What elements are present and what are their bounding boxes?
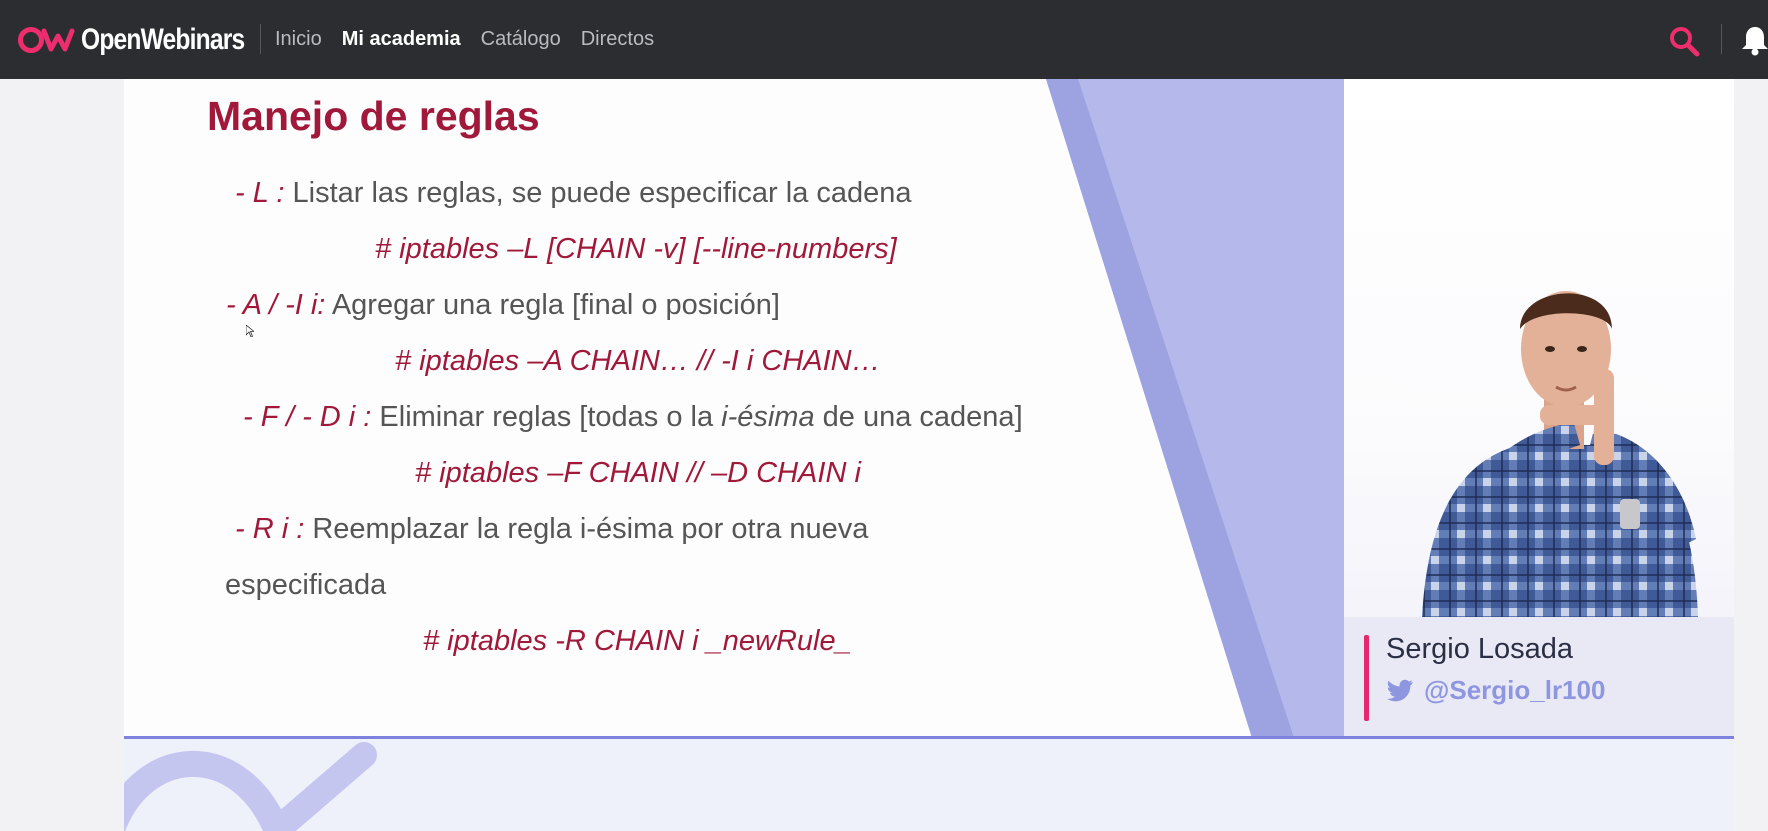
presenter-video-feed: [1422, 291, 1698, 617]
rule-text: Eliminar reglas [todas o la: [371, 401, 722, 433]
ow-watermark-logo: [124, 742, 377, 831]
mouse-cursor-icon: [246, 325, 254, 337]
nav-divider: [260, 24, 261, 54]
presenter-name: Sergio Losada: [1386, 633, 1574, 665]
rule-continuation-line: especificada: [225, 569, 386, 602]
bell-icon[interactable]: [1740, 24, 1768, 56]
rule-text: Agregar una regla [final o posición]: [325, 289, 780, 321]
rule-flag: - A / -I i:: [226, 289, 326, 321]
command-line: # iptables -R CHAIN i _newRule_: [423, 625, 852, 657]
nav-divider-right: [1721, 24, 1722, 54]
command-line: # iptables –L [CHAIN -v] [--line-numbers…: [375, 233, 897, 265]
rule-list-line: - L : Listar las reglas, se puede especi…: [235, 177, 912, 210]
rule-replace-line: - R i : Reemplazar la regla i-ésima por …: [235, 513, 868, 546]
nav-item-catalogo[interactable]: Catálogo: [481, 28, 561, 51]
name-accent-bar: [1364, 635, 1369, 721]
command-line: # iptables –A CHAIN… // -I i CHAIN…: [395, 345, 881, 377]
search-icon[interactable]: [1668, 25, 1700, 57]
rule-flag: - F / - D i :: [243, 401, 372, 433]
ow-logo-icon: [18, 27, 75, 53]
presenter-twitter[interactable]: @Sergio_lr100: [1386, 675, 1605, 706]
rule-text-emphasis: i-ésima: [721, 401, 815, 433]
presenter-panel: Sergio Losada @Sergio_lr100: [1344, 79, 1734, 738]
twitter-icon: [1387, 679, 1413, 701]
presenter-handle: @Sergio_lr100: [1424, 675, 1606, 705]
openwebinars-logo[interactable]: OpenWebinars: [17, 22, 280, 58]
rule-delete-line: - F / - D i : Eliminar reglas [todas o l…: [243, 401, 1023, 434]
nav-item-directos[interactable]: Directos: [581, 28, 654, 51]
video-player[interactable]: Manejo de reglas - L : Listar las reglas…: [124, 79, 1734, 738]
command-line: # iptables –F CHAIN // –D CHAIN i: [415, 457, 861, 489]
nav-item-inicio[interactable]: Inicio: [275, 28, 322, 51]
rule-text: Listar las reglas, se puede especificar …: [284, 177, 912, 209]
rule-flag: - R i :: [235, 513, 305, 545]
brand-name: OpenWebinars: [81, 23, 245, 56]
top-navigation-bar: OpenWebinars Inicio Mi academia Catálogo…: [0, 0, 1768, 79]
slide-title: Manejo de reglas: [207, 93, 540, 139]
nav-item-mi-academia[interactable]: Mi academia: [342, 28, 461, 51]
rule-text: especificada: [225, 569, 387, 601]
main-nav: Inicio Mi academia Catálogo Directos: [275, 0, 654, 79]
rule-text: Reemplazar la regla i-ésima por otra nue…: [304, 513, 869, 545]
below-video-area: [124, 739, 1734, 831]
rule-text: de una cadena]: [814, 401, 1023, 433]
rule-flag: - L :: [235, 177, 285, 209]
presenter-name-card: Sergio Losada @Sergio_lr100: [1344, 617, 1734, 738]
rule-add-line: - A / -I i: Agregar una regla [final o p…: [226, 289, 780, 322]
